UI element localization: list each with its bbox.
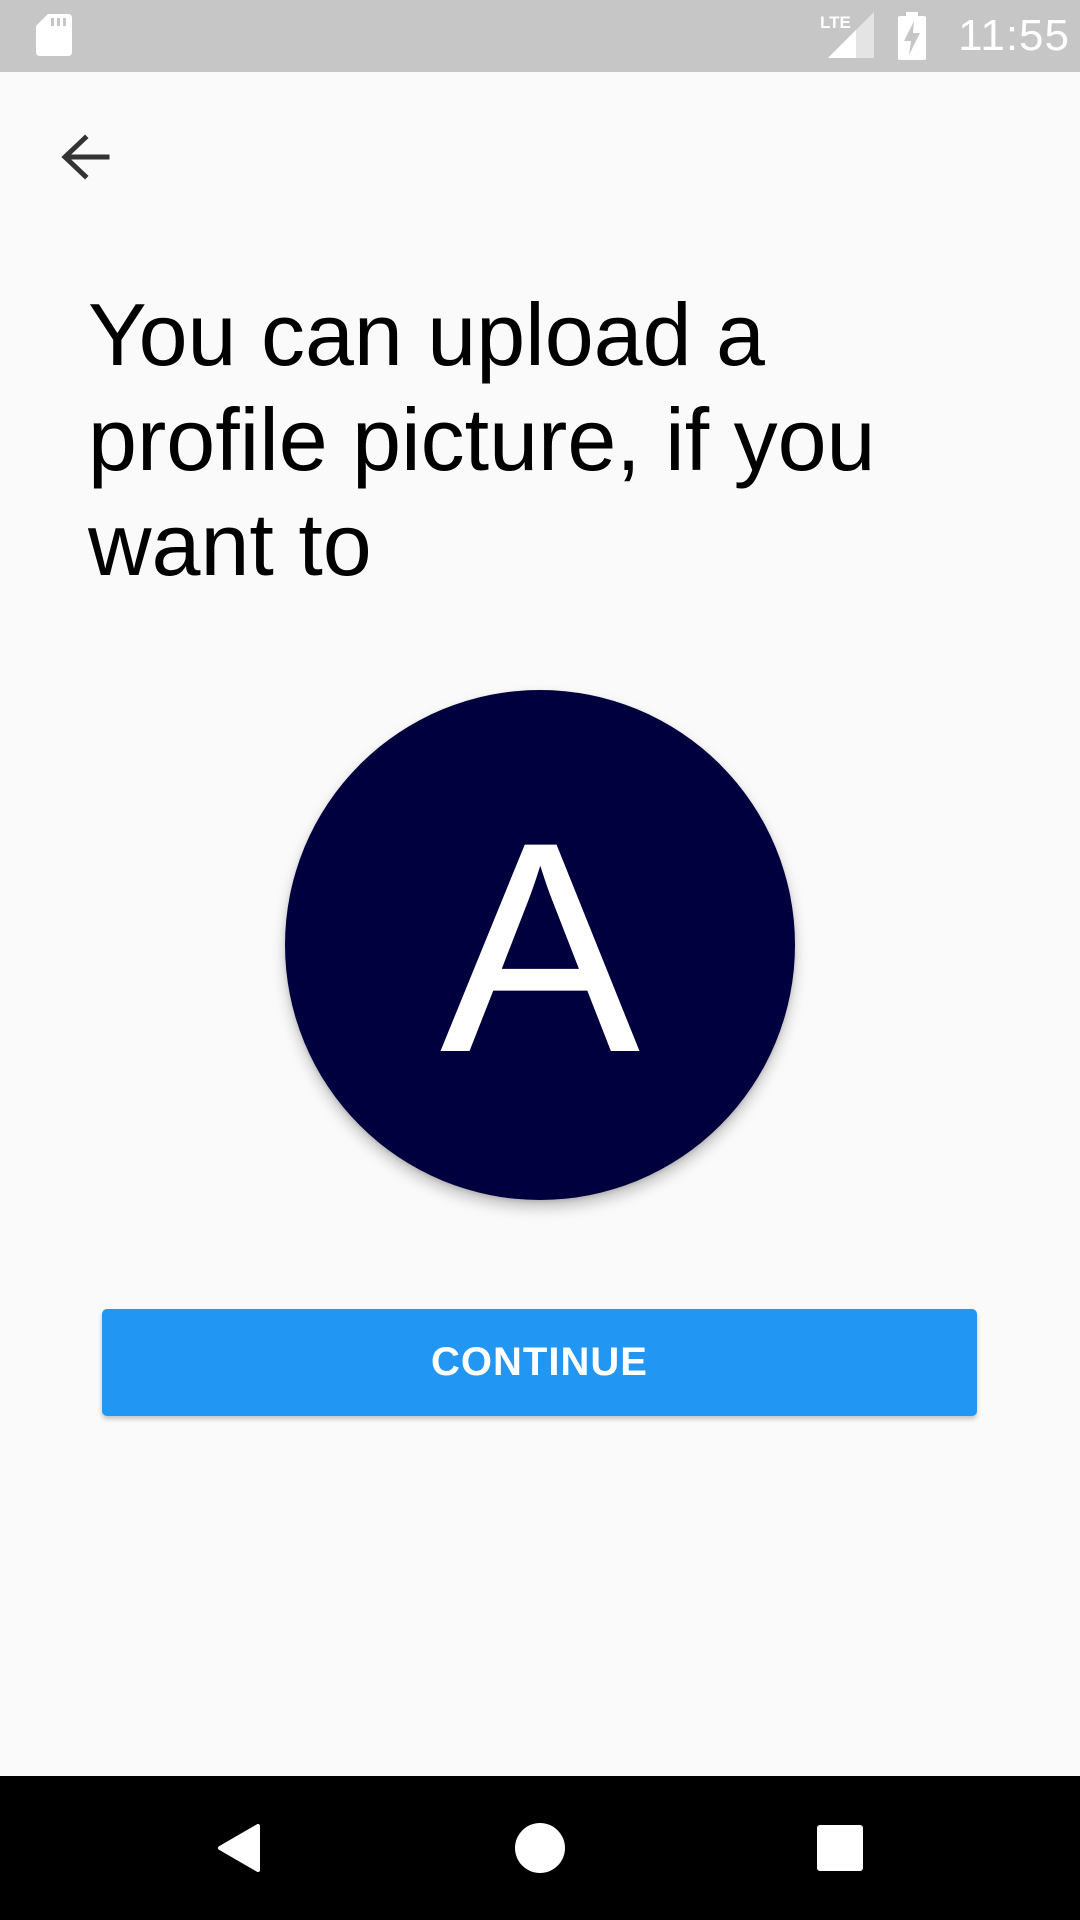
arrow-left-icon — [61, 134, 110, 180]
avatar-initial: A — [439, 779, 641, 1115]
avatar[interactable]: A — [285, 690, 795, 1200]
nav-home-icon — [515, 1823, 565, 1873]
status-bar: LTE 11:55 — [0, 0, 1080, 72]
continue-button[interactable]: CONTINUE — [102, 1309, 977, 1416]
sd-card-icon — [36, 14, 72, 56]
status-clock: 11:55 — [958, 11, 1070, 60]
navigation-bar — [0, 1776, 1080, 1920]
network-type-label: LTE — [820, 13, 851, 32]
nav-back-button[interactable] — [190, 1798, 290, 1898]
battery-charging-icon — [898, 12, 926, 60]
nav-recents-button[interactable] — [790, 1798, 890, 1898]
nav-recents-icon — [817, 1825, 863, 1871]
nav-home-button[interactable] — [490, 1798, 590, 1898]
nav-back-icon — [218, 1824, 260, 1872]
lte-signal-icon: LTE — [820, 12, 874, 58]
back-button[interactable] — [40, 112, 130, 202]
page-title: You can upload a profile picture, if you… — [88, 285, 876, 594]
